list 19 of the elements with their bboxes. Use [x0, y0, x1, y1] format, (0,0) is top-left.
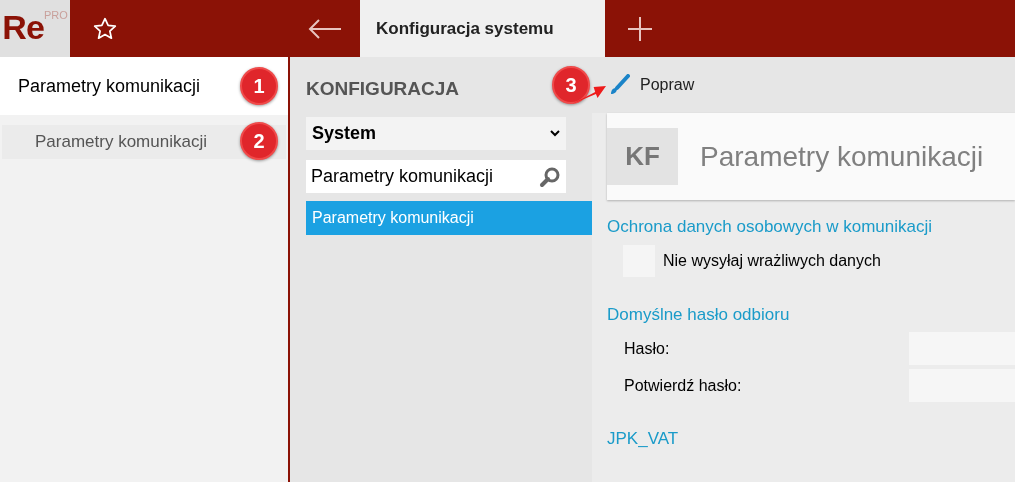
tab[interactable]: Konfiguracja systemu	[360, 0, 605, 57]
chevron-down-icon	[550, 130, 560, 137]
page-title: Parametry komunikacji	[700, 139, 984, 174]
section-heading: Domyślne hasło odbioru	[607, 304, 791, 326]
search-icon[interactable]	[539, 165, 561, 188]
section-heading: JPK_VAT	[607, 428, 680, 450]
plus-icon[interactable]	[627, 15, 653, 42]
section-heading: Ochrona danych osobowych w komunikacji	[607, 216, 934, 238]
field-label: Potwierdź hasło:	[623, 375, 743, 396]
section-title: KONFIGURACJA	[306, 77, 460, 101]
back-arrow-icon[interactable]	[308, 17, 342, 40]
star-icon[interactable]	[92, 15, 118, 42]
brush-icon	[608, 74, 630, 96]
checkbox-label: Nie wysyłaj wrażliwych danych	[663, 251, 881, 271]
system-dropdown[interactable]: System	[306, 117, 566, 150]
field-label: Hasło:	[623, 338, 671, 359]
edit-button[interactable]: Popraw	[608, 73, 695, 97]
search-field[interactable]: Parametry komunikacji	[306, 160, 566, 193]
category-badge: KF	[607, 128, 678, 185]
